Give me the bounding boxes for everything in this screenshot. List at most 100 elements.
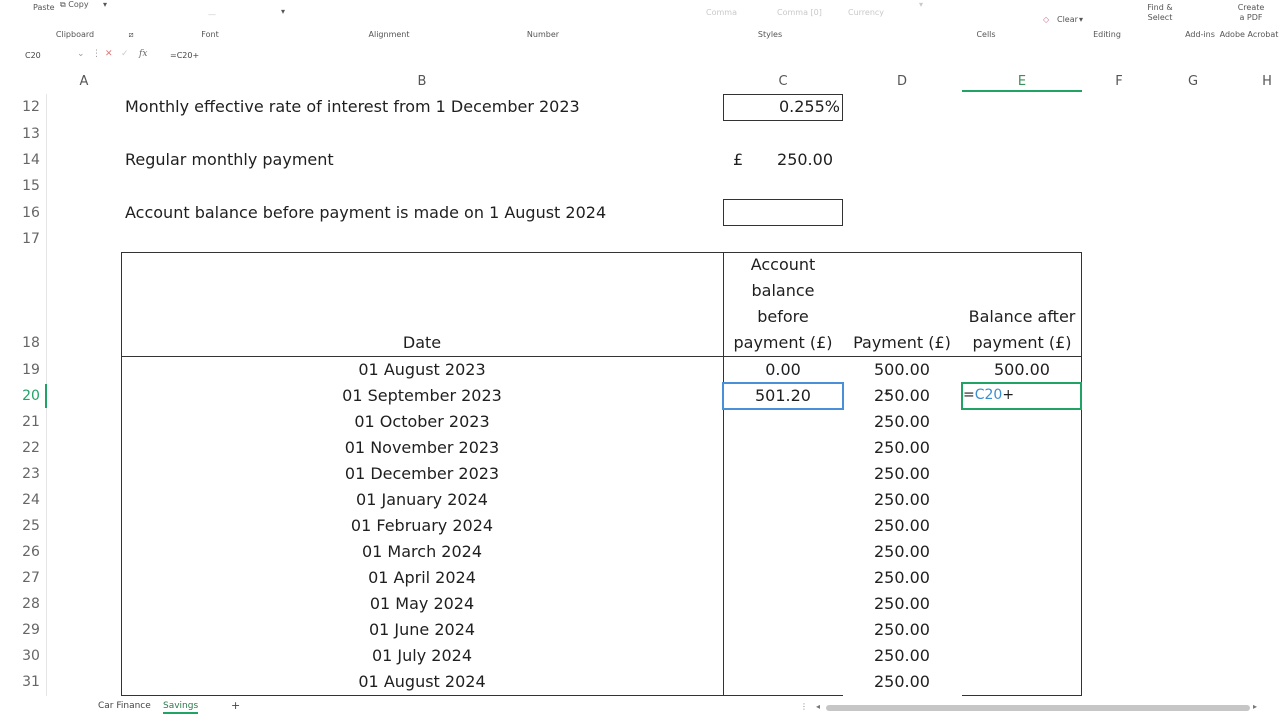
row-date[interactable]: 01 January 2024	[121, 487, 723, 513]
row-header-13[interactable]: 13	[16, 121, 46, 147]
row-balance-after[interactable]	[962, 539, 1082, 565]
name-box[interactable]: C20	[25, 51, 41, 60]
scroll-left-icon[interactable]: ◂	[816, 702, 820, 711]
row-date[interactable]: 01 November 2023	[121, 435, 723, 461]
horizontal-scrollbar-thumb[interactable]	[826, 705, 1250, 711]
row-balance-after[interactable]	[962, 513, 1082, 539]
row-balance-before[interactable]	[723, 643, 843, 669]
row-header-18[interactable]: 18	[16, 330, 46, 356]
row-balance-before[interactable]	[723, 513, 843, 539]
row-balance-after[interactable]: 500.00	[962, 357, 1082, 383]
row-header-16[interactable]: 16	[16, 200, 46, 226]
tabs-more-icon[interactable]: ⋮	[800, 702, 808, 711]
balance-before-cell[interactable]	[723, 199, 843, 226]
font-name-box[interactable]: —	[208, 10, 216, 19]
worksheet-grid[interactable]: A B C D E F G H 12 13 14 15 16 17 18 19 …	[0, 68, 1280, 696]
copy-dropdown-icon[interactable]: ▾	[103, 0, 107, 9]
row-header-15[interactable]: 15	[16, 173, 46, 199]
row-header-14[interactable]: 14	[16, 147, 46, 173]
row-balance-after[interactable]	[962, 461, 1082, 487]
col-header-f[interactable]: F	[1082, 72, 1156, 92]
row-header-21[interactable]: 21	[16, 409, 46, 435]
row-balance-before[interactable]	[723, 539, 843, 565]
row-payment[interactable]: 250.00	[843, 591, 961, 617]
col-header-d[interactable]: D	[843, 72, 961, 92]
find-select-button[interactable]: Find & Select	[1143, 3, 1177, 23]
col-header-g[interactable]: G	[1156, 72, 1230, 92]
row-balance-before[interactable]	[723, 435, 843, 461]
row-balance-after[interactable]	[962, 383, 1082, 409]
row-header-19[interactable]: 19	[16, 357, 46, 383]
row-payment[interactable]: 250.00	[843, 617, 961, 643]
scroll-right-icon[interactable]: ▸	[1253, 702, 1257, 711]
row-header-27[interactable]: 27	[16, 565, 46, 591]
row-payment[interactable]: 500.00	[843, 357, 961, 383]
row-balance-after[interactable]	[962, 643, 1082, 669]
col-header-c[interactable]: C	[723, 72, 843, 92]
row-balance-before[interactable]	[723, 617, 843, 643]
col-header-a[interactable]: A	[47, 72, 121, 92]
row-date[interactable]: 01 October 2023	[121, 409, 723, 435]
row-date[interactable]: 01 March 2024	[121, 539, 723, 565]
row-balance-before[interactable]	[723, 591, 843, 617]
row-payment[interactable]: 250.00	[843, 669, 961, 695]
row-header-22[interactable]: 22	[16, 435, 46, 461]
row-date[interactable]: 01 December 2023	[121, 461, 723, 487]
row-header-23[interactable]: 23	[16, 461, 46, 487]
clear-dropdown-icon[interactable]: ▾	[1079, 15, 1083, 24]
row-payment[interactable]: 250.00	[843, 513, 961, 539]
row-balance-after[interactable]	[962, 591, 1082, 617]
row-header-25[interactable]: 25	[16, 513, 46, 539]
row-balance-after[interactable]	[962, 617, 1082, 643]
row-payment[interactable]: 250.00	[843, 487, 961, 513]
row-balance-before[interactable]	[723, 565, 843, 591]
row-payment[interactable]: 250.00	[843, 461, 961, 487]
row-balance-after[interactable]	[962, 409, 1082, 435]
row-date[interactable]: 01 August 2023	[121, 357, 723, 383]
row-balance-before[interactable]	[723, 669, 843, 695]
row-header-12[interactable]: 12	[16, 94, 46, 120]
row-balance-after[interactable]	[962, 487, 1082, 513]
row-payment[interactable]: 250.00	[843, 643, 961, 669]
enter-icon[interactable]: ✓	[121, 49, 129, 59]
row-balance-before[interactable]: 0.00	[723, 357, 843, 383]
row-header-24[interactable]: 24	[16, 487, 46, 513]
styles-more-icon[interactable]: ▾	[919, 0, 923, 9]
sheet-tab-savings[interactable]: Savings	[163, 701, 199, 714]
row-date[interactable]: 01 February 2024	[121, 513, 723, 539]
row-payment[interactable]: 250.00	[843, 539, 961, 565]
clipboard-launcher-icon[interactable]: ⧄	[128, 30, 133, 40]
row-balance-after[interactable]	[962, 565, 1082, 591]
create-pdf-button[interactable]: Create a PDF	[1235, 3, 1267, 23]
row-header-28[interactable]: 28	[16, 591, 46, 617]
style-currency[interactable]: Currency	[848, 8, 884, 17]
row-balance-before[interactable]	[723, 487, 843, 513]
row-balance-after[interactable]	[962, 669, 1082, 695]
row-header-29[interactable]: 29	[16, 617, 46, 643]
row-date[interactable]: 01 April 2024	[121, 565, 723, 591]
row-header-17[interactable]: 17	[16, 226, 46, 252]
style-comma0[interactable]: Comma [0]	[777, 8, 822, 17]
row-date[interactable]: 01 August 2024	[121, 669, 723, 695]
row-date[interactable]: 01 June 2024	[121, 617, 723, 643]
regular-payment-value[interactable]: 250.00	[723, 147, 833, 173]
row-balance-before[interactable]	[723, 409, 843, 435]
row-header-26[interactable]: 26	[16, 539, 46, 565]
row-payment[interactable]: 250.00	[843, 409, 961, 435]
insert-function-icon[interactable]: fx	[139, 49, 147, 59]
row-header-20[interactable]: 20	[16, 383, 46, 409]
clear-button[interactable]: Clear	[1057, 15, 1078, 24]
more-options-icon[interactable]: ⋮	[92, 49, 101, 59]
row-header-31[interactable]: 31	[16, 669, 46, 695]
row-balance-before[interactable]	[723, 461, 843, 487]
style-comma[interactable]: Comma	[706, 8, 737, 17]
row-date[interactable]: 01 September 2023	[121, 383, 723, 409]
copy-button[interactable]: ⧉ Copy	[60, 0, 89, 10]
row-payment[interactable]: 250.00	[843, 383, 961, 409]
name-box-dropdown-icon[interactable]: ⌄	[77, 49, 85, 59]
row-payment[interactable]: 250.00	[843, 565, 961, 591]
col-header-e[interactable]: E	[962, 72, 1082, 92]
sheet-tab-car-finance[interactable]: Car Finance	[98, 701, 151, 711]
cancel-icon[interactable]: ✕	[105, 49, 113, 59]
add-sheet-button[interactable]: +	[231, 699, 240, 712]
